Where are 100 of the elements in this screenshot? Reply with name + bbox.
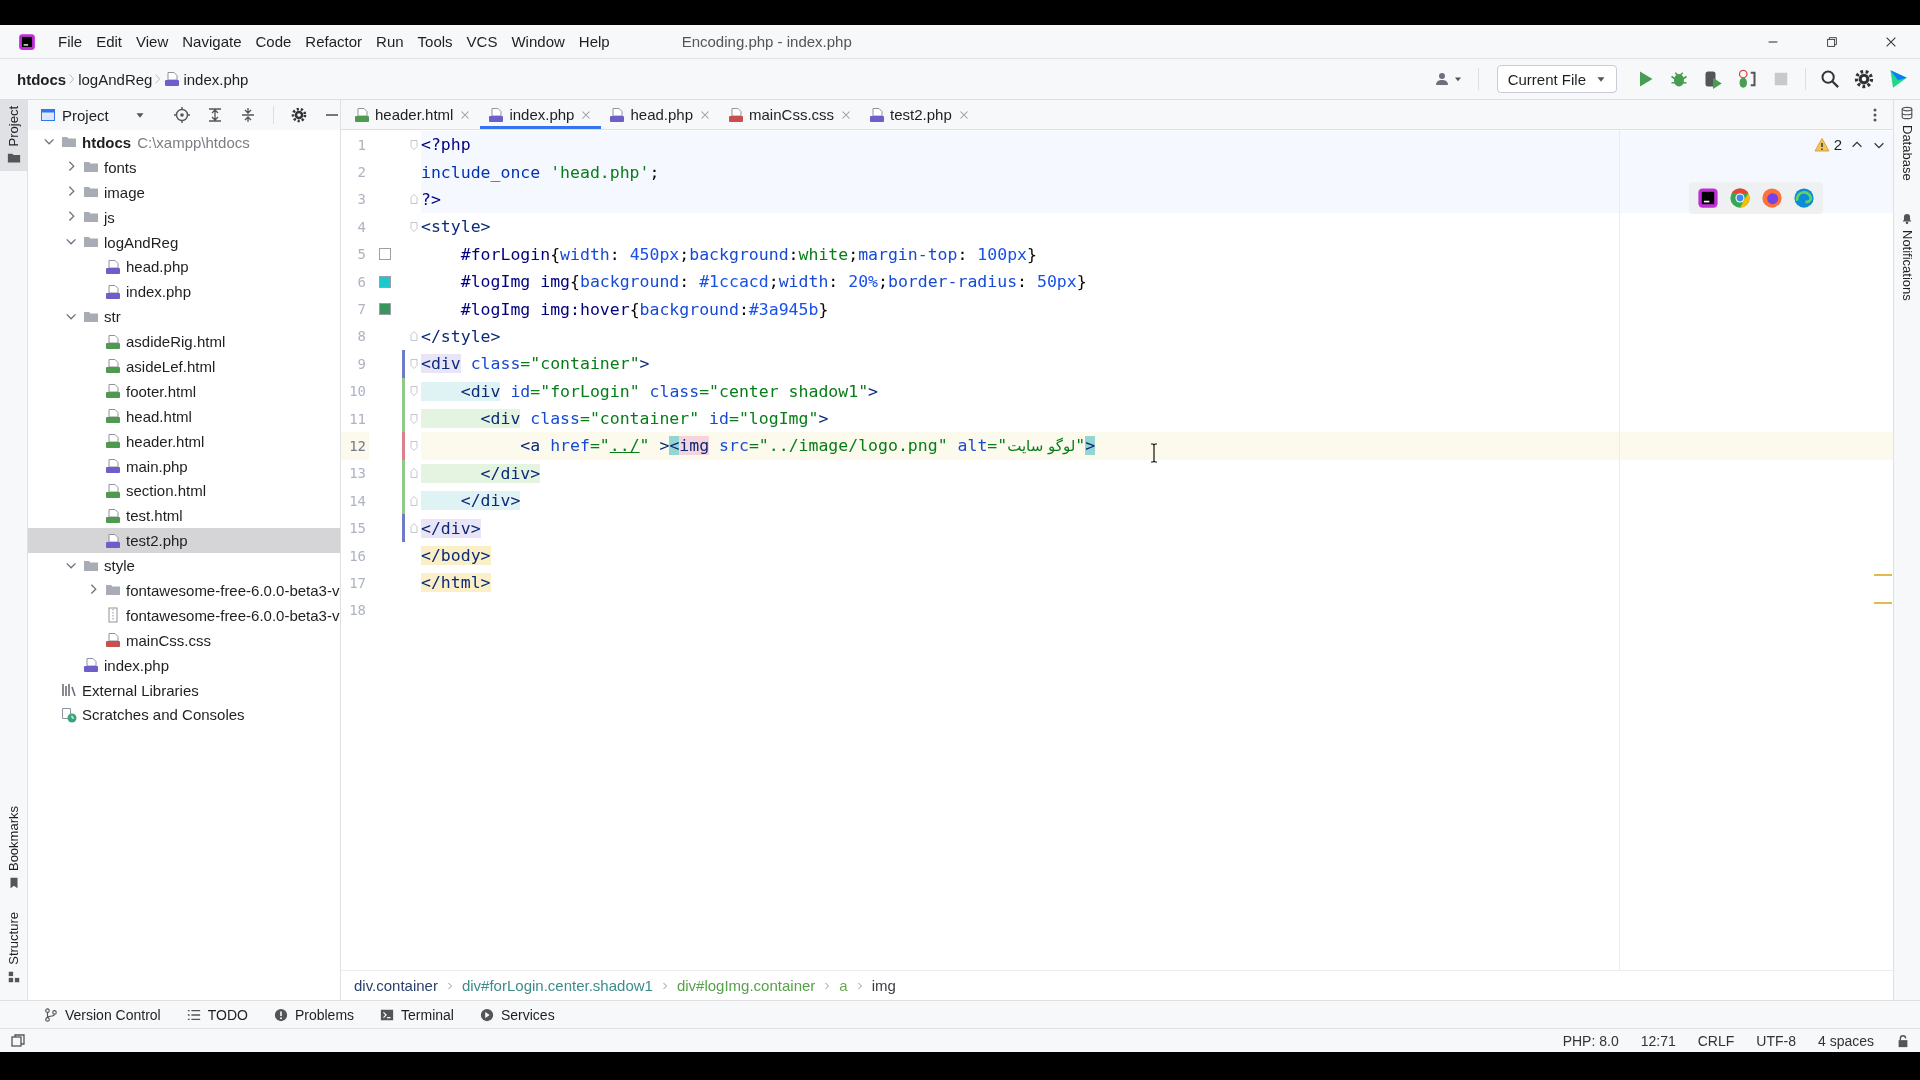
fold-marker-icon[interactable] bbox=[408, 330, 420, 343]
editor-tab[interactable]: test2.php bbox=[861, 100, 979, 129]
menu-item[interactable]: Navigate bbox=[182, 33, 242, 50]
path-crumb[interactable]: index.php bbox=[164, 70, 249, 88]
collapse-all-icon[interactable] bbox=[240, 107, 256, 123]
tree-item[interactable]: External Libraries bbox=[28, 677, 340, 703]
tool-window-button[interactable]: Version Control bbox=[44, 1006, 161, 1023]
tool-windows-icon[interactable] bbox=[10, 1032, 26, 1049]
path-crumb[interactable]: logAndReg bbox=[78, 70, 153, 88]
editor-tab[interactable]: mainCss.css bbox=[720, 100, 862, 129]
status-item[interactable]: 12:71 bbox=[1640, 1032, 1676, 1049]
browser-icon[interactable] bbox=[1793, 187, 1815, 209]
tool-window-button[interactable]: Problems bbox=[273, 1006, 355, 1023]
editor-tab[interactable]: head.php bbox=[601, 100, 721, 129]
browser-icon[interactable] bbox=[1729, 187, 1751, 209]
code-line: #logImg img:hover{background:#3a945b} bbox=[459, 298, 830, 321]
menu-item[interactable]: Code bbox=[255, 33, 292, 50]
menu-item[interactable]: Refactor bbox=[305, 33, 363, 50]
status-item[interactable]: 4 spaces bbox=[1817, 1032, 1874, 1049]
tool-window-button[interactable]: Services bbox=[479, 1006, 555, 1023]
breadcrumb[interactable]: div#forLogin.center.shadow1 bbox=[461, 977, 653, 994]
tree-item[interactable]: asdideRig.html bbox=[28, 329, 340, 354]
project-icon bbox=[40, 107, 56, 123]
code-line: <div class="container" id="logImg"> bbox=[421, 404, 1893, 433]
warning-icon[interactable] bbox=[1813, 136, 1830, 153]
user-icon[interactable] bbox=[1434, 71, 1451, 87]
tree-item[interactable]: index.php bbox=[28, 279, 340, 305]
status-item[interactable]: CRLF bbox=[1697, 1032, 1735, 1049]
breadcrumb[interactable]: img bbox=[871, 977, 896, 994]
tool-window-tab[interactable]: Database bbox=[1894, 100, 1920, 187]
menu-item[interactable]: Tools bbox=[417, 33, 453, 50]
breadcrumb[interactable]: div.container bbox=[354, 977, 438, 994]
menu-item[interactable]: File bbox=[58, 33, 83, 50]
search-icon[interactable] bbox=[1820, 69, 1840, 89]
tree-item[interactable]: js bbox=[28, 204, 340, 230]
settings-icon[interactable] bbox=[1854, 69, 1874, 89]
tree-item[interactable]: head.php bbox=[28, 254, 340, 280]
tree-item[interactable]: htdocs C:\xampp\htdocs bbox=[28, 130, 340, 155]
tool-window-tab[interactable]: Project bbox=[0, 100, 27, 172]
locate-icon[interactable] bbox=[174, 107, 190, 123]
tree-item[interactable]: fontawesome-free-6.0.0-beta3-v bbox=[28, 578, 340, 603]
tree-item[interactable]: mainCss.css bbox=[28, 627, 340, 653]
settings-icon[interactable] bbox=[291, 107, 307, 123]
tool-window-tab[interactable]: Notifications bbox=[1894, 204, 1920, 307]
code-line: </div> bbox=[421, 487, 1893, 515]
tree-item[interactable]: Scratches and Consoles bbox=[28, 702, 340, 728]
tree-item[interactable]: header.html bbox=[28, 428, 340, 454]
editor-tab[interactable]: header.html bbox=[346, 100, 481, 129]
tool-window-tab[interactable]: Structure bbox=[0, 906, 27, 990]
tree-item[interactable]: test.html bbox=[28, 503, 340, 529]
debug-icon[interactable] bbox=[1669, 69, 1689, 89]
tree-item[interactable]: asideLef.html bbox=[28, 354, 340, 379]
tool-window-button[interactable]: Terminal bbox=[380, 1006, 454, 1023]
tree-item[interactable]: fonts bbox=[28, 154, 340, 180]
tree-item[interactable]: footer.html bbox=[28, 378, 340, 404]
fold-marker-icon[interactable] bbox=[408, 467, 420, 480]
fold-marker-icon[interactable] bbox=[408, 385, 420, 398]
run-configuration-dropdown[interactable]: Current File bbox=[1496, 65, 1617, 93]
file-icon bbox=[105, 408, 121, 425]
code-line: </style> bbox=[421, 325, 502, 348]
coverage-icon[interactable] bbox=[1703, 69, 1723, 89]
status-item[interactable]: PHP: 8.0 bbox=[1562, 1032, 1619, 1049]
fold-marker-icon[interactable] bbox=[408, 412, 420, 425]
tool-window-tab[interactable]: Bookmarks bbox=[0, 800, 27, 897]
scroll-marker bbox=[1874, 602, 1892, 604]
tree-item[interactable]: main.php bbox=[28, 453, 340, 479]
tree-item[interactable]: logAndReg bbox=[28, 229, 340, 255]
menu-item[interactable]: Help bbox=[578, 33, 610, 50]
file-icon bbox=[105, 632, 121, 649]
fold-marker-icon[interactable] bbox=[408, 440, 420, 452]
browser-icon[interactable] bbox=[1761, 187, 1783, 209]
menu-item[interactable]: Edit bbox=[96, 33, 123, 50]
menu-item[interactable]: Window bbox=[511, 33, 565, 50]
fold-marker-icon[interactable] bbox=[408, 522, 420, 535]
fold-marker-icon[interactable] bbox=[408, 220, 420, 233]
restore-icon[interactable] bbox=[1824, 34, 1839, 49]
file-icon bbox=[105, 258, 121, 275]
app-logo-icon[interactable] bbox=[1697, 187, 1719, 209]
menu-item[interactable]: View bbox=[136, 33, 169, 50]
fold-marker-icon[interactable] bbox=[408, 357, 420, 370]
status-item[interactable]: UTF-8 bbox=[1756, 1032, 1796, 1049]
tree-item[interactable]: section.html bbox=[28, 478, 340, 504]
tree-item[interactable]: fontawesome-free-6.0.0-beta3-v bbox=[28, 602, 340, 628]
fold-marker-icon[interactable] bbox=[408, 494, 420, 507]
tree-item[interactable]: str bbox=[28, 304, 340, 330]
tree-item[interactable]: style bbox=[28, 553, 340, 579]
menu-item[interactable]: VCS bbox=[466, 33, 498, 50]
code-line: </div> bbox=[421, 459, 1893, 488]
tree-item[interactable]: test2.php bbox=[28, 528, 340, 554]
path-crumb[interactable]: htdocs bbox=[17, 70, 67, 88]
fold-marker-icon[interactable] bbox=[408, 193, 420, 206]
expand-all-icon[interactable] bbox=[207, 107, 223, 123]
tree-item[interactable]: head.html bbox=[28, 403, 340, 429]
tree-item[interactable]: image bbox=[28, 179, 340, 205]
profiler-icon[interactable] bbox=[1737, 69, 1757, 89]
fold-marker-icon[interactable] bbox=[408, 138, 420, 151]
tree-item[interactable]: index.php bbox=[28, 652, 340, 678]
menu-item[interactable]: Run bbox=[376, 33, 404, 50]
lock-icon[interactable] bbox=[1896, 1033, 1910, 1048]
tool-window-button[interactable]: TODO bbox=[186, 1006, 248, 1023]
